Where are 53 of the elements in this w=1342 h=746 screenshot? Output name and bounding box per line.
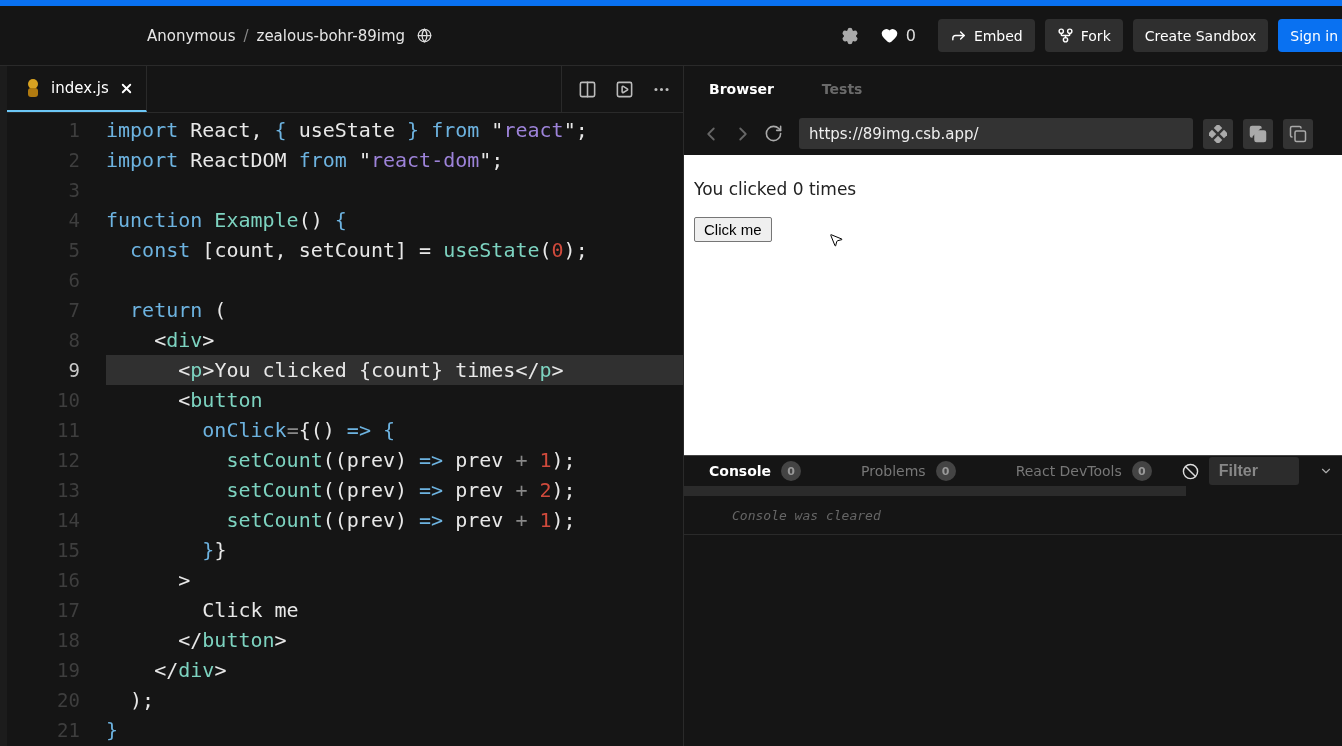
owner-name[interactable]: Anonymous [147,26,236,45]
code-line: function Example() { [106,207,348,234]
panel-tab[interactable]: Browser [709,81,774,97]
sandbox-name[interactable]: zealous-bohr-89img [256,26,406,45]
copy-button[interactable] [1243,118,1273,149]
settings-icon[interactable] [840,26,859,45]
page-text: You clicked 0 times [694,179,858,199]
click-button[interactable]: Click me [694,217,772,242]
code-line: setCount((prev) => prev + 2); [225,477,577,504]
embed-button[interactable]: Embed [937,19,1035,52]
code-line: <button [177,387,264,414]
code-line: setCount((prev) => prev + 1); [225,507,577,534]
code-line: }} [201,537,228,564]
fork-button[interactable]: Fork [1044,19,1123,52]
console-tab[interactable]: Problems 0 [861,461,956,481]
code-line: onClick={() => { [201,417,396,444]
split-view-icon[interactable] [578,79,597,99]
filter-field[interactable]: Filter [1208,457,1299,485]
like-button[interactable]: 0 [868,26,928,45]
url-field[interactable]: https://89img.csb.app/ [799,118,1193,149]
code-line: </button> [177,627,288,654]
mouse-cursor-icon [828,232,844,248]
code-line: <div> [153,327,216,354]
code-line: import React, { useState } from "react"; [106,117,589,144]
sign-in-button[interactable]: Sign in [1278,19,1342,52]
path-separator: / [243,26,249,45]
console-tab[interactable]: React DevTools 0 [1015,461,1152,481]
file-icon [25,78,41,98]
globe-icon [417,28,433,43]
preview-icon[interactable] [615,79,634,99]
code-line: setCount((prev) => prev + 1); [225,447,577,474]
console-tab[interactable]: Console 0 [709,461,802,481]
fork-icon [1056,27,1074,44]
code-line: return ( [129,297,228,324]
code-line: Click me [201,597,300,624]
create-button[interactable]: Create Sandbox [1132,19,1269,52]
heart-icon [880,27,898,44]
line-number: 9 [67,359,80,381]
code-line: import ReactDOM from "react-dom"; [106,147,505,174]
code-line: ); [129,687,156,714]
windows-icon [1289,124,1307,143]
window-button[interactable] [1283,118,1313,149]
code-line: > [177,567,192,594]
console-message: Console was cleared [684,496,1342,535]
diamonds-icon [1209,124,1227,143]
copy-icon [1249,124,1267,143]
grid-button[interactable] [1203,118,1233,149]
clear-icon[interactable] [1181,462,1199,480]
file-tab[interactable]: index.js [7,66,147,112]
code-line: const [count, setCount] = useState(0); [129,237,589,264]
reload-icon[interactable] [764,124,783,143]
code-line: </div> [153,657,228,684]
code-line: } [106,717,120,744]
